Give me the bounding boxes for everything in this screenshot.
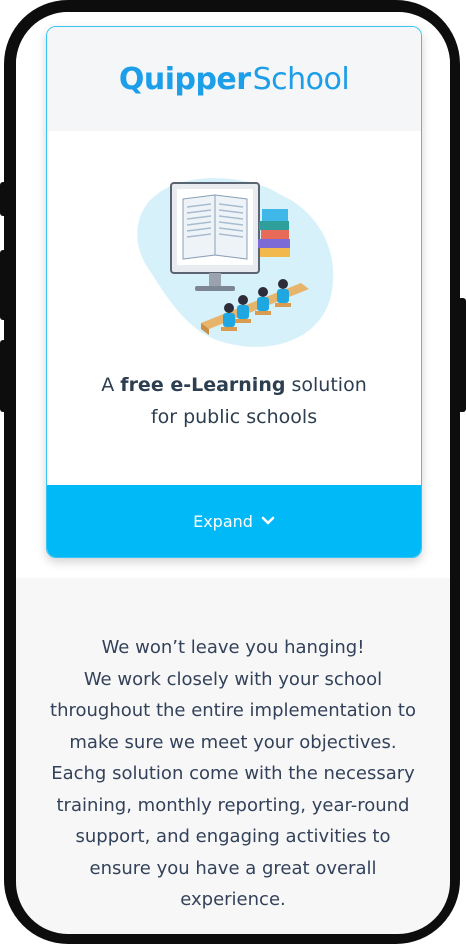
tagline-suffix: solution (285, 374, 367, 396)
quipper-school-logo: QuipperSchool (118, 61, 350, 97)
description-line: experience. (180, 889, 286, 910)
description-line: ensure you have a great overall (89, 857, 377, 879)
description-line: training, monthly reporting, year-round (56, 794, 410, 816)
card-header: QuipperSchool (47, 27, 421, 131)
product-card: QuipperSchool A free e-Learning solution… (46, 26, 422, 558)
tagline-highlight: free e-Learning (120, 374, 286, 396)
card-section: QuipperSchool A free e-Learning solution… (16, 12, 450, 578)
tagline-line1: A free e-Learning solution (47, 369, 421, 401)
mute-switch (0, 182, 8, 216)
expand-button[interactable]: Expand (47, 485, 421, 557)
volume-up-button (0, 250, 8, 320)
description-line: throughout the entire implementation to (50, 700, 416, 721)
description-line: Eachg solution come with the necessary (51, 763, 415, 784)
tagline: A free e-Learning solution for public sc… (47, 369, 421, 433)
tagline-prefix: A (101, 374, 121, 396)
logo-quipper-text: Quipper (118, 61, 251, 97)
power-button (458, 298, 466, 412)
description-line: We won’t leave you hanging! (101, 637, 365, 658)
description-line: We work closely with your school (83, 668, 383, 690)
expand-label: Expand (193, 511, 253, 531)
screen: QuipperSchool A free e-Learning solution… (16, 12, 450, 934)
logo-school-text: School (252, 61, 350, 97)
description-line: make sure we meet your objectives. (69, 731, 397, 753)
support-description: We won’t leave you hanging! We work clos… (30, 632, 436, 916)
volume-down-button (0, 340, 8, 412)
classroom-elearning-illustration (137, 178, 334, 347)
chevron-down-icon (261, 516, 275, 525)
tagline-line2: for public schools (150, 406, 318, 428)
description-line: support, and engaging activities to (75, 826, 391, 847)
